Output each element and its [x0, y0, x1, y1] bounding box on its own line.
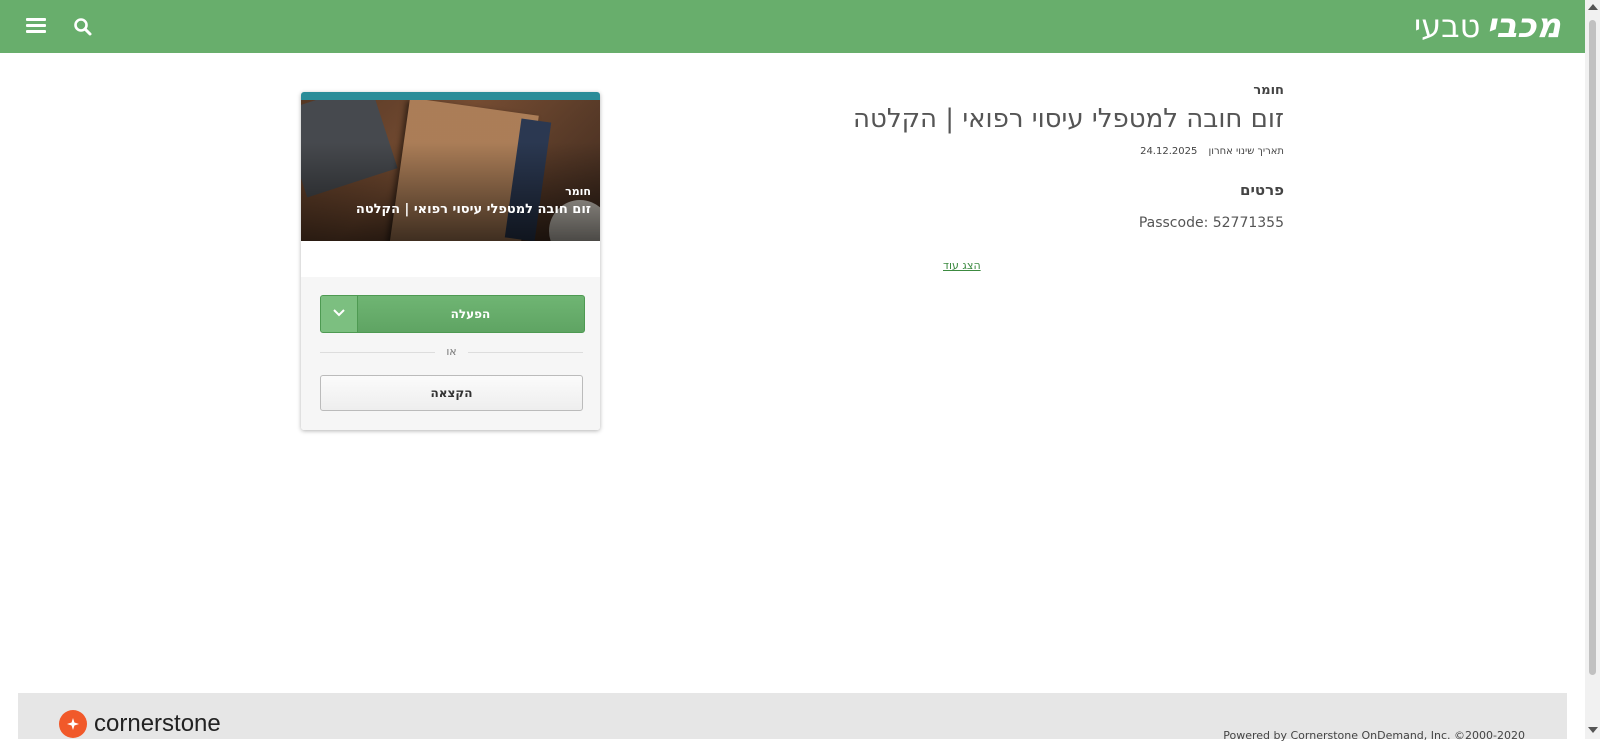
or-divider: או	[320, 345, 583, 359]
passcode-text: Passcode: 52771355	[1138, 215, 1284, 231]
card-overlay-title: זום חובה למטפלי עיסוי רפואי | הקלטה	[355, 202, 591, 217]
hamburger-menu-icon[interactable]	[26, 16, 46, 36]
launch-split-button: הפעלה	[320, 295, 585, 333]
content-type-label: חומר	[1253, 83, 1284, 98]
maccabi-logo[interactable]: מכבי טבעי	[1414, 4, 1561, 48]
page-title: זום חובה למטפלי עיסוי רפואי | הקלטה	[852, 104, 1284, 134]
logo-main-text: מכבי	[1486, 6, 1561, 46]
scrollbar-thumb[interactable]	[1589, 20, 1596, 675]
card-accent-border	[301, 92, 600, 100]
or-label: או	[446, 345, 457, 358]
details-heading: פרטים	[1240, 181, 1284, 199]
vertical-scrollbar[interactable]	[1585, 0, 1600, 739]
last-modified: תאריך שינוי אחרון 24.12.2025	[724, 146, 1284, 157]
card-thumbnail-image: חומר זום חובה למטפלי עיסוי רפואי | הקלטה	[301, 100, 600, 241]
cornerstone-mark-icon	[59, 710, 87, 738]
show-more-link[interactable]: הצג עוד	[943, 259, 981, 272]
content-details: חומר זום חובה למטפלי עיסוי רפואי | הקלטה…	[724, 80, 1284, 231]
logo-sub-text: טבעי	[1413, 7, 1481, 45]
last-modified-date: 24.12.2025	[1140, 146, 1198, 157]
cornerstone-logo: cornerstone	[59, 710, 221, 738]
assign-button[interactable]: הקצאה	[320, 375, 583, 411]
chevron-down-icon	[333, 309, 345, 317]
footer: cornerstone Powered by Cornerstone OnDem…	[18, 693, 1567, 742]
card-overlay-text: חומר זום חובה למטפלי עיסוי רפואי | הקלטה	[356, 185, 591, 217]
launch-button[interactable]: הפעלה	[357, 296, 584, 332]
top-navigation-bar: מכבי טבעי	[0, 0, 1585, 53]
card-overlay-type: חומר	[565, 185, 591, 198]
search-icon[interactable]	[72, 16, 94, 38]
last-modified-label: תאריך שינוי אחרון	[1208, 146, 1284, 157]
scroll-up-arrow-icon[interactable]	[1588, 4, 1598, 10]
launch-options-toggle[interactable]	[321, 296, 358, 332]
action-card: חומר זום חובה למטפלי עיסוי רפואי | הקלטה…	[301, 92, 600, 430]
scroll-down-arrow-icon[interactable]	[1588, 727, 1598, 733]
powered-by-text: Powered by Cornerstone OnDemand, Inc. ©2…	[1223, 729, 1525, 742]
cornerstone-wordmark: cornerstone	[94, 710, 221, 737]
